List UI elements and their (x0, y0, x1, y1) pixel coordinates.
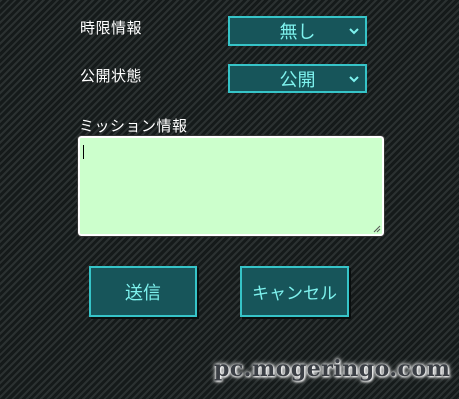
chevron-down-icon (349, 75, 359, 82)
cancel-button[interactable]: キャンセル (240, 266, 349, 317)
time-limit-label: 時限情報 (80, 19, 143, 37)
time-limit-select[interactable]: 無し (228, 16, 367, 46)
public-status-label: 公開状態 (80, 67, 143, 85)
text-caret (83, 145, 84, 159)
mission-info-textarea[interactable] (77, 135, 385, 237)
time-limit-value: 無し (279, 22, 316, 43)
mission-info-label: ミッション情報 (79, 117, 188, 135)
public-status-value: 公開 (279, 69, 316, 91)
chevron-down-icon (349, 28, 359, 35)
public-status-select[interactable]: 公開 (228, 64, 367, 93)
site-watermark: pc.mogeringo.com (214, 356, 451, 382)
resize-grip-icon[interactable] (373, 225, 381, 233)
submit-button[interactable]: 送信 (89, 266, 197, 317)
